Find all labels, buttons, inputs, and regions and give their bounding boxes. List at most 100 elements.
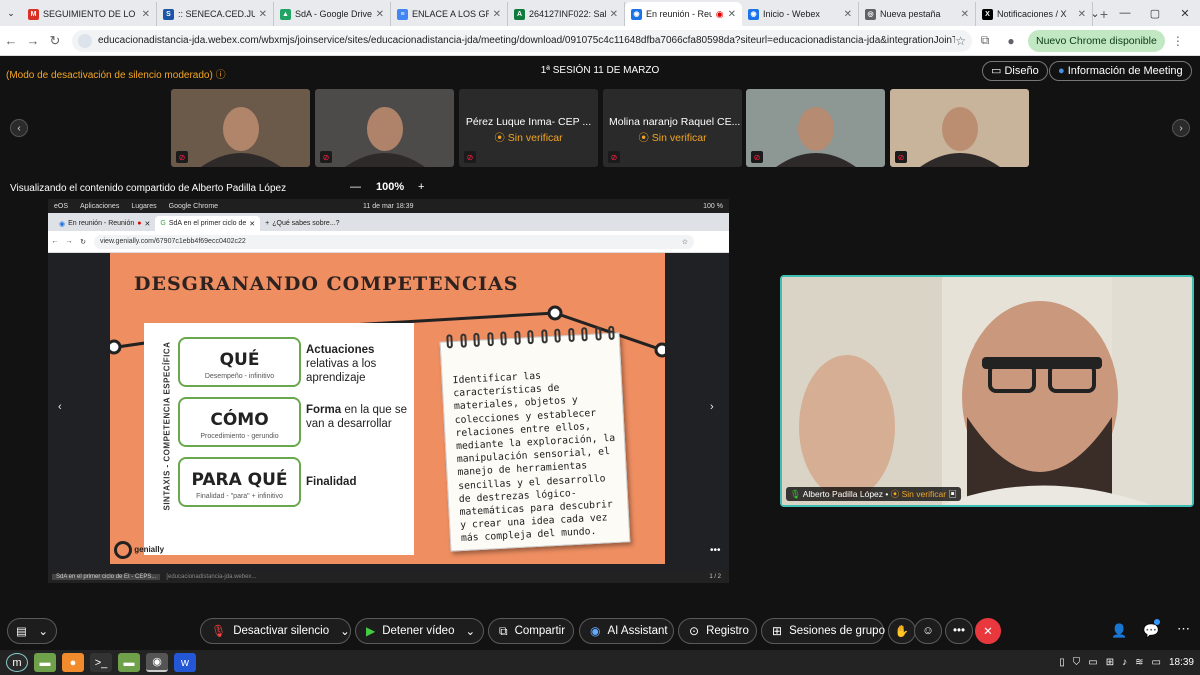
- shared-tab: + ¿Qué sabes sobre...?: [265, 220, 340, 227]
- os-battery: 100 %: [703, 202, 723, 210]
- reload-icon[interactable]: ↻: [44, 33, 66, 49]
- browser-tab[interactable]: ▲ SdA - Google Drive ✕: [274, 2, 391, 26]
- forward-icon[interactable]: →: [22, 33, 44, 48]
- reactions-button[interactable]: ☺: [914, 618, 942, 644]
- competence-sub: Procedimiento - gerundio: [200, 433, 279, 440]
- window-controls: ⌄ — ▢ ✕: [1080, 0, 1200, 26]
- maximize-icon[interactable]: ▢: [1140, 0, 1170, 26]
- zoom-in-button[interactable]: +: [418, 181, 424, 193]
- chevron-down-icon[interactable]: ⌄: [340, 624, 350, 638]
- panel-more-icon[interactable]: ⋯: [1177, 621, 1190, 637]
- browser-tab[interactable]: ≡ ENLACE A LOS GRU ✕: [391, 2, 508, 26]
- strip-next-icon[interactable]: ›: [1172, 119, 1190, 137]
- network-icon[interactable]: ⊞: [1106, 657, 1114, 668]
- meeting-info-button[interactable]: ● Información de Meeting: [1049, 61, 1192, 81]
- tab-close-icon[interactable]: ✕: [493, 9, 501, 20]
- participant-video: [201, 107, 281, 167]
- tab-close-icon[interactable]: ✕: [259, 9, 267, 20]
- breakout-button[interactable]: ⊞ Sesiones de grupo: [761, 618, 885, 644]
- chat-icon[interactable]: 💬: [1143, 619, 1160, 639]
- site-info-icon[interactable]: [78, 33, 92, 48]
- captions-icon: ▤: [16, 626, 27, 638]
- participant-tile[interactable]: Pérez Luque Inma- CEP ... ⦿ Sin verificar…: [459, 89, 598, 167]
- tab-close-icon[interactable]: ✕: [142, 9, 150, 20]
- zoom-out-button[interactable]: —: [350, 181, 361, 193]
- more-icon: •••: [952, 625, 966, 637]
- chrome-update-button[interactable]: Nuevo Chrome disponible: [1028, 29, 1165, 52]
- more-menu-icon[interactable]: ⋮: [1165, 34, 1191, 48]
- battery-icon[interactable]: ▭: [1152, 657, 1161, 668]
- wifi-icon[interactable]: ≋: [1135, 657, 1143, 668]
- terminal-icon[interactable]: >_: [90, 653, 112, 672]
- tab-favicon-icon: ▲: [280, 8, 291, 20]
- participant-tile[interactable]: Molina naranjo Raquel CE... ⦿ Sin verific…: [603, 89, 742, 167]
- slide-more-icon[interactable]: •••: [710, 545, 721, 556]
- browser-tab[interactable]: ◉ Inicio - Webex ✕: [742, 2, 859, 26]
- tab-favicon-icon: ≡: [397, 8, 408, 20]
- browser-tab[interactable]: ◉ En reunión - Reu ◉ ✕: [625, 2, 742, 26]
- tab-favicon-icon: ◉: [748, 8, 759, 20]
- caption-icon[interactable]: ▣: [948, 489, 957, 499]
- tab-close-icon[interactable]: ✕: [961, 9, 969, 20]
- slide-next-icon[interactable]: ›: [710, 401, 714, 413]
- browser-tab[interactable]: A 264127INF022: Sala ✕: [508, 2, 625, 26]
- participant-tile[interactable]: ⊘: [746, 89, 885, 167]
- profile-icon[interactable]: ●: [998, 34, 1024, 48]
- browser-tab[interactable]: S:: SENECA.CED.JUNTA ✕: [157, 2, 274, 26]
- participant-status: ⦿ Sin verificar: [494, 132, 563, 144]
- strip-prev-icon[interactable]: ‹: [10, 119, 28, 137]
- firefox-icon[interactable]: ●: [62, 653, 84, 672]
- tab-close-icon[interactable]: ✕: [610, 9, 618, 20]
- layout-button[interactable]: ▭ Diseño: [982, 61, 1048, 81]
- tab-title: Nueva pestaña: [880, 9, 941, 19]
- participants-icon[interactable]: 👤: [1111, 623, 1127, 639]
- participant-tile[interactable]: ⊘: [171, 89, 310, 167]
- close-window-icon[interactable]: ✕: [1170, 0, 1200, 26]
- bookmark-star-icon[interactable]: ☆: [955, 34, 966, 48]
- raise-hand-button[interactable]: ✋: [888, 618, 916, 644]
- leave-meeting-button[interactable]: ✕: [975, 618, 1001, 644]
- chrome-icon[interactable]: ◉: [146, 653, 168, 672]
- display-icon[interactable]: ▭: [1088, 657, 1097, 668]
- minimize-icon[interactable]: ⌄: [1080, 0, 1110, 26]
- back-icon[interactable]: ←: [0, 33, 22, 48]
- speaker-video-image: [782, 277, 1192, 505]
- ai-assistant-button[interactable]: ◉ AI Assistant: [579, 618, 674, 644]
- reactions-menu-button[interactable]: ▤ ⌄: [7, 618, 57, 644]
- linux-menu-icon[interactable]: m: [6, 653, 28, 672]
- tray-app-icon[interactable]: ▯: [1059, 657, 1065, 668]
- zoom-level: 100%: [376, 181, 405, 193]
- shared-tab-active: G SdA en el primer ciclo de ✕: [155, 216, 261, 231]
- mic-muted-icon: ⊘: [751, 151, 763, 163]
- clock[interactable]: 18:39: [1169, 657, 1194, 668]
- tab-close-icon[interactable]: ✕: [376, 9, 384, 20]
- meeting-top-bar: (Modo de desactivación de silencio moder…: [0, 56, 1200, 86]
- files-icon[interactable]: ▬: [118, 653, 140, 672]
- webex-icon[interactable]: w: [174, 653, 196, 672]
- participant-tile[interactable]: ⊘: [315, 89, 454, 167]
- record-button[interactable]: ⊙ Registro: [678, 618, 757, 644]
- tab-close-icon[interactable]: ✕: [728, 9, 736, 20]
- more-options-button[interactable]: •••: [945, 618, 973, 644]
- tab-close-icon[interactable]: ✕: [844, 9, 852, 20]
- folder-icon[interactable]: ▬: [34, 653, 56, 672]
- share-button[interactable]: ⧉ Compartir: [488, 618, 574, 644]
- unmute-button[interactable]: 🎙 Desactivar silencio ⌄: [200, 618, 351, 644]
- browser-tab[interactable]: ◎ Nueva pestaña ✕: [859, 2, 976, 26]
- slide-prev-icon[interactable]: ‹: [58, 401, 62, 413]
- extensions-icon[interactable]: ⧉: [972, 33, 998, 48]
- competence-word: PARA QUÉ: [191, 470, 288, 490]
- meeting-controls: ▤ ⌄ 🎙 Desactivar silencio ⌄ ▶ Detener vídeo ⌄…: [0, 611, 1200, 649]
- minimize-window-icon[interactable]: —: [1110, 0, 1140, 26]
- speaker-video[interactable]: 🎙 Alberto Padilla López • ⦿ Sin verifica…: [780, 275, 1194, 507]
- browser-tab[interactable]: M SEGUIMIENTO DE LO ✕: [22, 2, 157, 26]
- address-bar[interactable]: educacionadistancia-jda.webex.com/wbxmjs…: [72, 29, 972, 52]
- stop-video-button[interactable]: ▶ Detener vídeo ⌄: [355, 618, 484, 644]
- participant-tile[interactable]: ⊘: [890, 89, 1029, 167]
- browser-tab[interactable]: X Notificaciones / X ✕: [976, 2, 1093, 26]
- shared-content[interactable]: eOS Aplicaciones Lugares Google Chrome 1…: [48, 199, 729, 583]
- shield-icon[interactable]: ⛉: [1073, 657, 1081, 668]
- chevron-down-icon[interactable]: ⌄: [465, 624, 475, 638]
- tab-search-icon[interactable]: ⌄: [0, 0, 22, 26]
- volume-icon[interactable]: ♪: [1122, 657, 1127, 668]
